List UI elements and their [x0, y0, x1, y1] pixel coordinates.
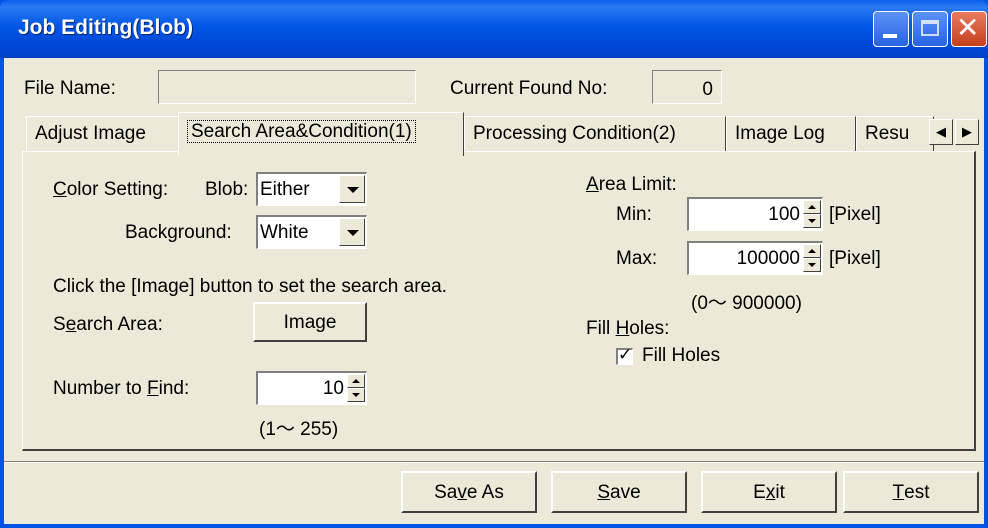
tab-label: Processing Condition(2) — [473, 123, 676, 144]
min-label: Min: — [616, 204, 652, 225]
minimize-button[interactable] — [873, 11, 909, 47]
blob-label: Blob: — [205, 179, 249, 200]
tab-scroll-left-button[interactable]: ◀ — [929, 119, 953, 145]
color-setting-label: Color Setting: — [53, 179, 169, 200]
area-min-stepper[interactable]: 100 — [687, 197, 823, 231]
area-min-value: 100 — [768, 204, 800, 225]
area-min-updown — [803, 200, 821, 228]
area-max-updown — [803, 244, 821, 272]
blob-select-value: Either — [260, 179, 310, 200]
tab-result[interactable]: Resu — [856, 116, 934, 152]
job-editing-window: Job Editing(Blob) ✕ File Name: Current F… — [0, 0, 988, 528]
background-select-value: White — [260, 222, 309, 243]
tab-label: Resu — [865, 123, 910, 144]
background-select[interactable]: White — [256, 215, 367, 249]
test-button[interactable]: Test — [843, 471, 979, 513]
close-button[interactable]: ✕ — [951, 11, 987, 47]
exit-button[interactable]: Exit — [701, 471, 837, 513]
image-button[interactable]: Image — [253, 302, 367, 342]
search-instruction: Click the [Image] button to set the sear… — [53, 276, 447, 297]
arrow-left-icon: ◀ — [936, 124, 946, 139]
tab-label: Image Log — [735, 123, 825, 144]
title-bar[interactable]: Job Editing(Blob) ✕ — [0, 0, 988, 58]
current-found-field: 0 — [652, 70, 722, 104]
chevron-down-icon[interactable] — [339, 218, 365, 246]
spin-down-icon[interactable] — [347, 388, 365, 402]
spin-up-icon[interactable] — [347, 374, 365, 388]
tab-search-area-condition[interactable]: Search Area&Condition(1) — [178, 112, 464, 156]
spin-up-icon[interactable] — [803, 200, 821, 214]
fill-holes-checkbox-label[interactable]: Fill Holes — [642, 345, 720, 367]
maximize-icon — [921, 20, 939, 36]
file-name-label: File Name: — [24, 78, 116, 99]
max-unit-label: [Pixel] — [829, 248, 881, 269]
tab-scroll-right-button[interactable]: ▶ — [955, 119, 979, 145]
close-icon: ✕ — [956, 11, 980, 44]
tab-label: Search Area&Condition(1) — [187, 120, 416, 143]
number-to-find-updown — [347, 374, 365, 402]
minimize-icon — [883, 34, 897, 38]
tab-panel: Color Setting: Blob: Either Background: … — [22, 151, 976, 451]
area-limit-label: Area Limit: — [586, 174, 677, 195]
area-max-value: 100000 — [736, 248, 800, 269]
tab-label: Adjust Image — [35, 123, 146, 144]
number-to-find-range: (1〜 255) — [259, 419, 339, 440]
file-name-field — [158, 70, 416, 104]
background-label: Background: — [125, 222, 232, 243]
fill-holes-label: Fill Holes: — [586, 318, 670, 339]
window-title: Job Editing(Blob) — [18, 16, 193, 39]
spin-down-icon[interactable] — [803, 258, 821, 272]
search-area-label: Search Area: — [53, 314, 163, 335]
area-limit-range: (0〜 900000) — [691, 293, 802, 314]
max-label: Max: — [616, 248, 658, 269]
footer-divider — [4, 461, 984, 463]
min-unit-label: [Pixel] — [829, 204, 881, 225]
number-to-find-value: 10 — [322, 378, 344, 399]
current-found-label: Current Found No: — [450, 78, 608, 99]
spin-down-icon[interactable] — [803, 214, 821, 228]
chevron-down-icon[interactable] — [339, 175, 365, 203]
tab-image-log[interactable]: Image Log — [726, 116, 856, 152]
tab-processing-condition[interactable]: Processing Condition(2) — [464, 116, 726, 152]
blob-select[interactable]: Either — [256, 172, 367, 206]
fill-holes-checkbox[interactable]: ✓ — [616, 345, 633, 365]
dialog-body: File Name: Current Found No: 0 Adjust Im… — [4, 58, 984, 524]
maximize-button[interactable] — [912, 11, 948, 47]
check-icon: ✓ — [618, 345, 633, 365]
area-max-stepper[interactable]: 100000 — [687, 241, 823, 275]
current-found-value: 0 — [702, 79, 713, 100]
save-button[interactable]: Save — [551, 471, 687, 513]
arrow-right-icon: ▶ — [962, 124, 972, 139]
number-to-find-stepper[interactable]: 10 — [256, 371, 367, 405]
tab-adjust-image[interactable]: Adjust Image — [26, 116, 180, 152]
save-as-button[interactable]: Save As — [401, 471, 537, 513]
spin-up-icon[interactable] — [803, 244, 821, 258]
number-to-find-label: Number to Find: — [53, 378, 190, 399]
